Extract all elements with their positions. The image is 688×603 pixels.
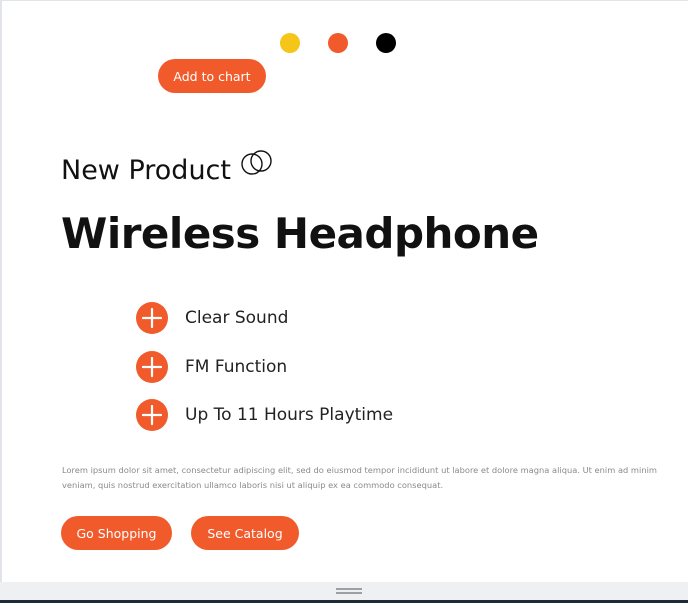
drag-handle-icon[interactable] [336, 588, 362, 594]
feature-item: Clear Sound [136, 302, 288, 334]
product-panel: Add to chart New Product Wireless Headph… [0, 0, 688, 582]
plus-circle-icon [136, 399, 168, 431]
go-shopping-button[interactable]: Go Shopping [61, 516, 172, 550]
feature-label: Clear Sound [185, 308, 289, 328]
feature-item: Up To 11 Hours Playtime [136, 399, 393, 431]
feature-label: Up To 11 Hours Playtime [185, 405, 394, 425]
plus-circle-icon [136, 351, 168, 383]
add-to-cart-button[interactable]: Add to chart [158, 59, 266, 93]
see-catalog-button[interactable]: See Catalog [191, 516, 299, 550]
subtitle-text: New Product [61, 155, 231, 186]
product-subtitle: New Product [61, 150, 274, 188]
color-swatch-orange[interactable] [328, 33, 348, 53]
feature-label: FM Function [185, 357, 288, 377]
color-swatch-yellow[interactable] [280, 33, 300, 53]
product-description: Lorem ipsum dolor sit amet, consectetur … [62, 465, 657, 490]
product-title: Wireless Headphone [61, 209, 539, 258]
interlocking-rings-icon [240, 149, 274, 184]
bottom-bar [0, 582, 688, 603]
feature-item: FM Function [136, 351, 287, 383]
color-swatch-black[interactable] [376, 33, 396, 53]
plus-circle-icon [136, 302, 168, 334]
